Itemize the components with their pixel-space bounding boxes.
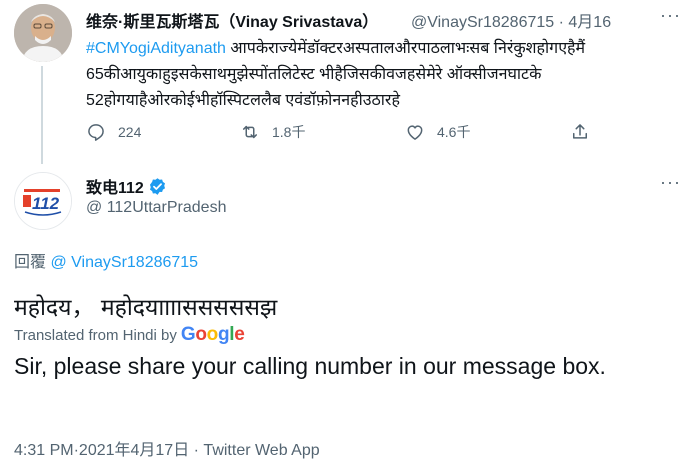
google-logo-letter: e [234, 324, 245, 345]
google-logo-letter: g [217, 324, 230, 345]
user-handle-112[interactable]: @ 112UttarPradesh [86, 199, 226, 217]
reply-button[interactable]: 224 [86, 122, 141, 142]
retweet-button[interactable]: 1.8千 [240, 122, 305, 142]
avatar-112[interactable]: 112 [14, 172, 72, 230]
retweet-count: 1.8千 [272, 124, 306, 140]
tweet-date[interactable]: · 4月16 [559, 14, 611, 31]
reply-count: 224 [118, 124, 142, 140]
avatar-vinay[interactable] [14, 4, 72, 62]
tweet-text: #CMYogiAdityanath आपकेराज्येमेंडॉक्टरअस्… [86, 36, 686, 114]
translated-text: Sir, please share your calling number in… [14, 353, 606, 379]
google-logo-letter: o [195, 324, 207, 345]
translation-attribution[interactable]: Translated from Hindi by Google [14, 324, 245, 346]
thread-line [41, 66, 43, 164]
google-logo: Google [181, 324, 245, 346]
reply-icon [88, 124, 104, 141]
display-name[interactable]: 维奈·斯里瓦斯塔瓦（Vinay Srivastava） [86, 8, 378, 32]
share-icon [573, 124, 587, 139]
google-logo-letter: G [180, 324, 196, 345]
retweet-icon [243, 125, 257, 139]
verified-badge-icon [149, 177, 165, 195]
more-options-icon[interactable]: ··· [660, 5, 681, 26]
user-handle[interactable]: @VinaySr18286715 [411, 14, 554, 31]
google-logo-letter: o [206, 324, 219, 345]
display-name-text[interactable]: 致电112 [86, 174, 144, 198]
more-options-icon-main[interactable]: ··· [660, 172, 681, 193]
replying-to: 回覆 @ VinaySr18286715 [14, 248, 198, 272]
replying-to-handle[interactable]: @ VinaySr18286715 [50, 254, 198, 271]
replying-to-label: 回覆 [14, 254, 47, 271]
share-button[interactable] [570, 122, 590, 142]
display-name-112[interactable]: 致电112 [86, 174, 167, 198]
heart-icon [407, 125, 423, 140]
like-button[interactable]: 4.6千 [405, 122, 470, 142]
avatar-logo-text: 112 [32, 194, 60, 213]
hashtag-link[interactable]: #CMYogiAdityanath [86, 40, 226, 57]
main-tweet-text: महोदय， महोदयाााासससससझ [14, 294, 278, 320]
like-count: 4.6千 [437, 124, 471, 140]
user-handle-and-date[interactable]: @VinaySr18286715 · 4月16 [411, 8, 611, 32]
tweet-timestamp-source[interactable]: 4:31 PM·2021年4月17日 · Twitter Web App [14, 436, 320, 460]
translated-from-label[interactable]: Translated from Hindi by [14, 327, 177, 344]
